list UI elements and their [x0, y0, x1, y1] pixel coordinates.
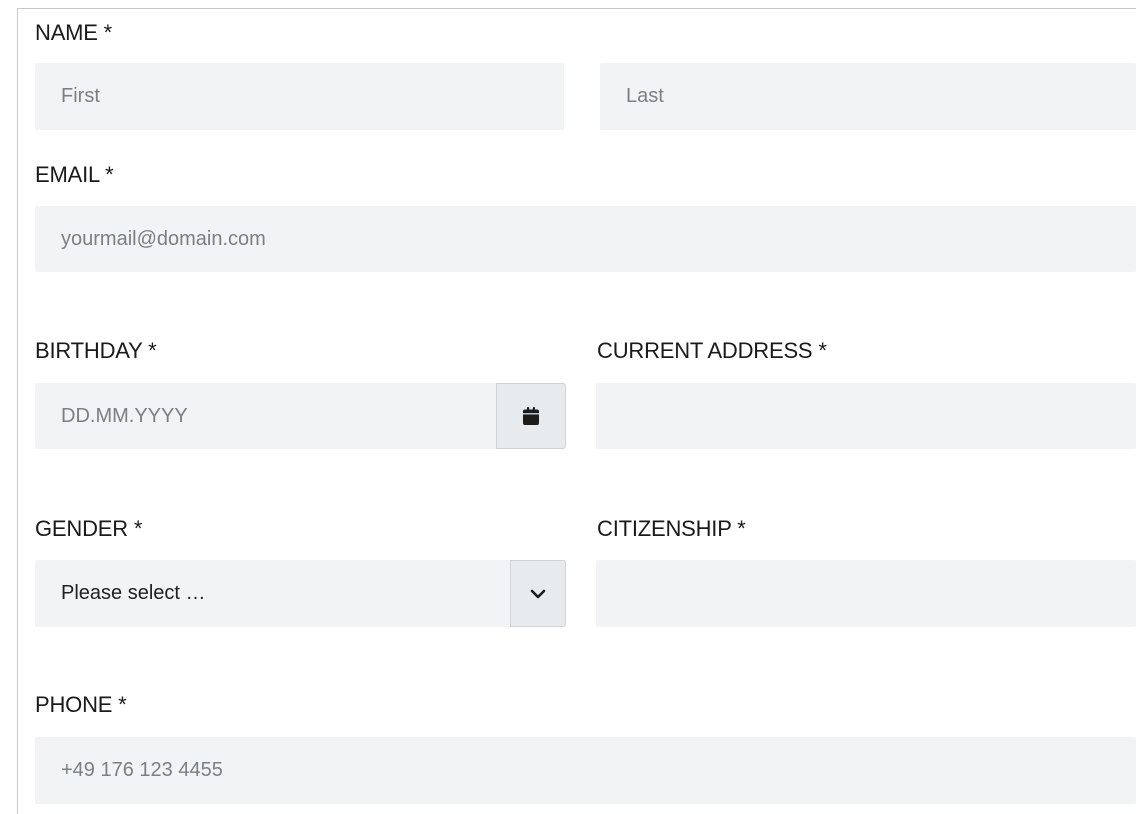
birthday-field[interactable] — [35, 383, 566, 449]
email-input[interactable] — [35, 206, 1136, 272]
citizenship-label: CITIZENSHIP * — [597, 516, 746, 541]
phone-label: PHONE * — [35, 692, 127, 717]
phone-field[interactable] — [35, 737, 1136, 804]
birthday-calendar-button[interactable] — [496, 383, 566, 449]
name-label: NAME * — [35, 20, 113, 45]
calendar-icon — [523, 407, 539, 425]
gender-selected-value: Please select … — [61, 582, 206, 604]
current-address-field[interactable] — [596, 383, 1136, 449]
gender-select[interactable]: Please select … — [35, 560, 566, 627]
current-address-input[interactable] — [596, 383, 1136, 449]
phone-input[interactable] — [35, 737, 1136, 804]
email-field[interactable] — [35, 206, 1136, 272]
birthday-input[interactable] — [35, 383, 496, 449]
gender-dropdown-button[interactable] — [510, 560, 566, 627]
last-name-input[interactable] — [600, 63, 1136, 130]
chevron-down-icon — [530, 589, 546, 598]
first-name-input[interactable] — [35, 63, 564, 130]
citizenship-input[interactable] — [596, 560, 1136, 627]
birthday-label: BIRTHDAY * — [35, 338, 157, 363]
form-frame-top-border — [17, 8, 1136, 9]
form-frame-left-border — [17, 8, 18, 814]
current-address-label: CURRENT ADDRESS * — [597, 338, 827, 363]
first-name-field[interactable] — [35, 63, 564, 130]
gender-label: GENDER * — [35, 516, 143, 541]
email-label: EMAIL * — [35, 162, 114, 187]
citizenship-field[interactable] — [596, 560, 1136, 627]
last-name-field[interactable] — [600, 63, 1136, 130]
